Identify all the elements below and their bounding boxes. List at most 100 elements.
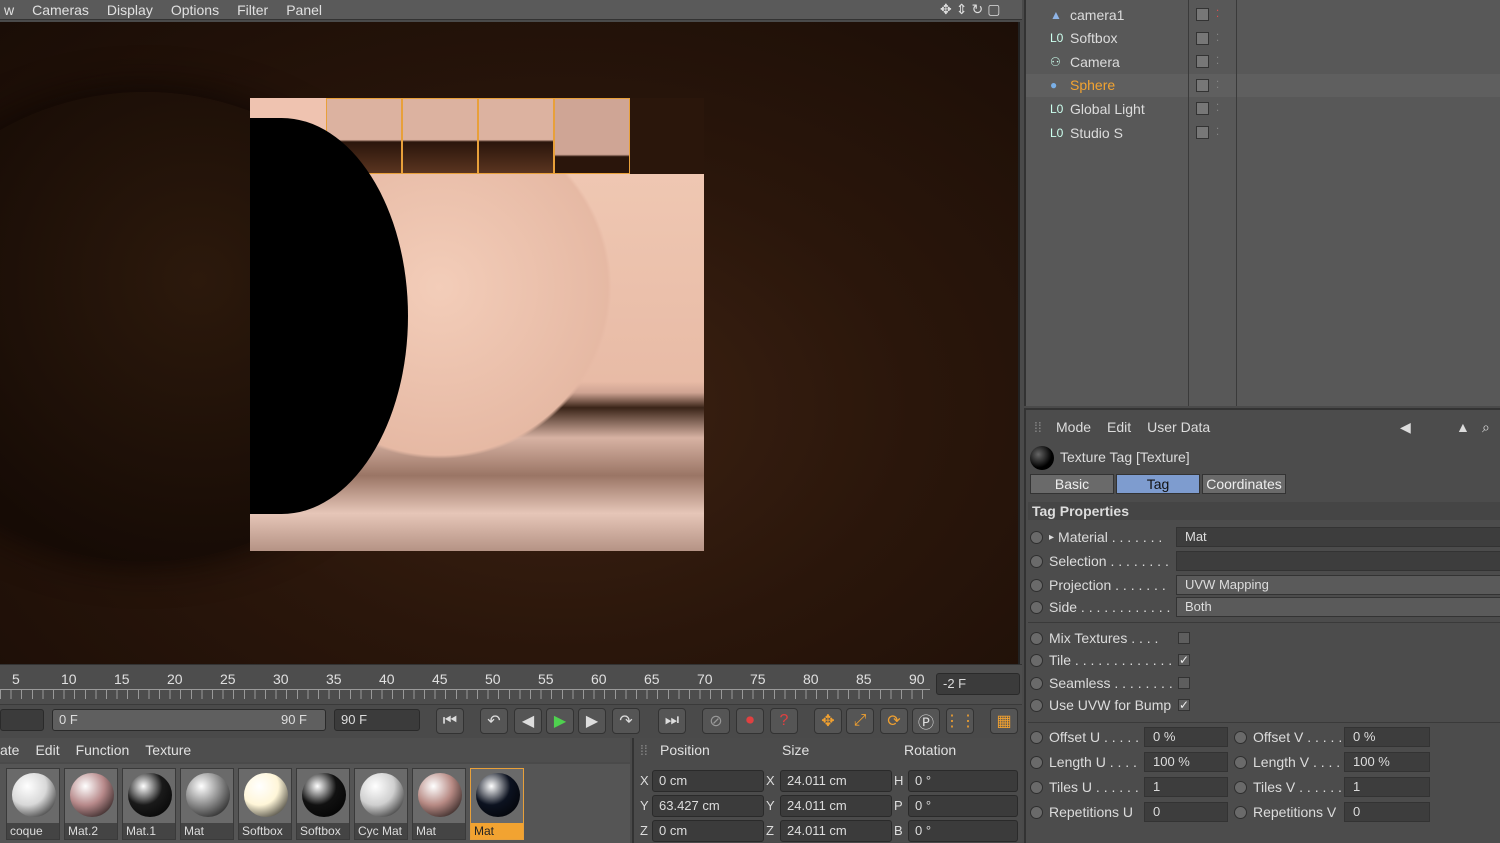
menu-item-cameras[interactable]: Cameras — [32, 2, 89, 18]
animate-radio[interactable] — [1030, 755, 1043, 769]
animate-radio[interactable] — [1030, 805, 1043, 819]
maximize-view-icon[interactable]: ▢ — [987, 1, 1000, 18]
timeline[interactable]: 5 10 15 20 25 30 35 40 45 50 55 60 65 70… — [0, 664, 1022, 704]
object-name[interactable]: Studio S — [1070, 125, 1123, 141]
position-field[interactable]: 63.427 cm — [652, 795, 764, 817]
menu-item-function[interactable]: Function — [76, 742, 130, 758]
visibility-dots-icon[interactable]: ⁚ — [1216, 103, 1219, 114]
visibility-dots-icon[interactable]: ⁚ — [1216, 9, 1219, 20]
seamless-checkbox[interactable] — [1178, 677, 1190, 689]
offset-u-field[interactable]: 0 % — [1144, 727, 1228, 747]
offset-v-field[interactable]: 0 % — [1344, 727, 1430, 747]
side-dropdown[interactable]: Both — [1176, 597, 1500, 617]
animate-radio[interactable] — [1030, 631, 1043, 645]
scale-key-icon[interactable]: ⤢ — [846, 708, 874, 734]
animate-radio[interactable] — [1234, 730, 1247, 744]
animate-radio[interactable] — [1234, 805, 1247, 819]
mix-textures-checkbox[interactable] — [1178, 632, 1190, 644]
material-swatch[interactable]: Cyc Mat — [354, 768, 408, 840]
menu-item-edit[interactable]: Edit — [1107, 419, 1131, 435]
autokey-help-icon[interactable]: ? — [770, 708, 798, 734]
record-disabled-icon[interactable]: ⊘ — [702, 708, 730, 734]
visibility-dots-icon[interactable]: ⁚ — [1216, 80, 1219, 91]
menu-item-mode[interactable]: Mode — [1056, 419, 1091, 435]
uvw-bump-checkbox[interactable]: ✓ — [1178, 699, 1190, 711]
repetitions-u-field[interactable]: 0 — [1144, 802, 1228, 822]
object-name[interactable]: Softbox — [1070, 30, 1117, 46]
rotation-field[interactable]: 0 ° — [908, 820, 1018, 842]
menu-item-view[interactable]: w — [4, 2, 14, 18]
object-name[interactable]: Camera — [1070, 54, 1120, 70]
layer-toggle-icon[interactable] — [1196, 8, 1209, 21]
back-arrow-icon[interactable]: ◀ — [1400, 419, 1411, 436]
layer-toggle-icon[interactable] — [1196, 102, 1209, 116]
rotation-field[interactable]: 0 ° — [908, 770, 1018, 792]
preview-range-slider[interactable]: 0 F 90 F — [52, 709, 326, 731]
length-u-field[interactable]: 100 % — [1144, 752, 1228, 772]
film-strip-icon[interactable]: ▦ — [990, 708, 1018, 734]
prev-key-button[interactable]: ↶ — [480, 708, 508, 734]
timeline-ruler[interactable] — [0, 689, 930, 699]
tiles-v-field[interactable]: 1 — [1344, 777, 1430, 797]
move-key-icon[interactable]: ✥ — [814, 708, 842, 734]
object-row[interactable]: L0 Global Light ⁚ — [1026, 97, 1500, 120]
material-swatch[interactable]: Mat.1 — [122, 768, 176, 840]
start-frame-field[interactable] — [0, 709, 44, 731]
layer-toggle-icon[interactable] — [1196, 126, 1209, 139]
tiles-u-field[interactable]: 1 — [1144, 777, 1228, 797]
material-swatch[interactable]: Mat — [180, 768, 234, 840]
material-swatch[interactable]: coque — [6, 768, 60, 840]
animate-radio[interactable] — [1030, 653, 1043, 667]
tab-tag[interactable]: Tag — [1116, 474, 1200, 494]
animate-radio[interactable] — [1030, 600, 1043, 614]
param-key-icon[interactable]: Ⓟ — [912, 708, 940, 734]
position-field[interactable]: 0 cm — [652, 770, 764, 792]
end-frame-field[interactable]: 90 F — [334, 709, 420, 731]
visibility-dots-icon[interactable]: ⁚ — [1216, 33, 1219, 44]
selection-field[interactable] — [1176, 551, 1500, 571]
menu-item-panel[interactable]: Panel — [286, 2, 322, 18]
material-field[interactable]: Mat — [1176, 527, 1500, 547]
go-to-start-button[interactable]: ⏮ — [436, 708, 464, 734]
length-v-field[interactable]: 100 % — [1344, 752, 1430, 772]
projection-dropdown[interactable]: UVW Mapping — [1176, 575, 1500, 595]
go-to-end-button[interactable]: ⏭ — [658, 708, 686, 734]
next-key-button[interactable]: ↷ — [612, 708, 640, 734]
animate-radio[interactable] — [1030, 554, 1043, 568]
menu-item-options[interactable]: Options — [171, 2, 219, 18]
rotate-key-icon[interactable]: ⟳ — [880, 708, 908, 734]
position-field[interactable]: 0 cm — [652, 820, 764, 842]
up-arrow-icon[interactable]: ▲ — [1456, 419, 1470, 435]
play-button[interactable]: ▶ — [546, 708, 574, 734]
menu-item-texture[interactable]: Texture — [145, 742, 191, 758]
object-name[interactable]: Sphere — [1070, 77, 1115, 93]
material-swatch[interactable]: Softbox — [238, 768, 292, 840]
material-swatch[interactable]: Mat.2 — [64, 768, 118, 840]
dolly-view-icon[interactable]: ⇕ — [956, 1, 968, 18]
material-swatch[interactable]: Softbox — [296, 768, 350, 840]
object-name[interactable]: Global Light — [1070, 101, 1145, 117]
search-icon[interactable]: ⌕ — [1482, 419, 1490, 436]
visibility-dots-icon[interactable]: ⁚ — [1216, 127, 1219, 138]
tab-basic[interactable]: Basic — [1030, 474, 1114, 494]
size-field[interactable]: 24.011 cm — [780, 795, 892, 817]
menu-item-create[interactable]: ate — [0, 742, 19, 758]
material-swatch[interactable]: Mat — [412, 768, 466, 840]
next-frame-button[interactable]: ▶ — [578, 708, 606, 734]
object-row[interactable]: L0 Studio S ⁚ — [1026, 121, 1500, 144]
material-swatch[interactable]: Mat — [470, 768, 524, 840]
animate-radio[interactable] — [1030, 578, 1043, 592]
animate-radio[interactable] — [1030, 698, 1043, 712]
point-level-icon[interactable]: ⋮⋮ — [944, 708, 976, 734]
object-row[interactable]: ● Sphere ⁚ — [1026, 73, 1500, 97]
size-field[interactable]: 24.011 cm — [780, 820, 892, 842]
tab-coordinates[interactable]: Coordinates — [1202, 474, 1286, 494]
visibility-dots-icon[interactable]: ⁚ — [1216, 56, 1219, 67]
current-frame-field[interactable]: -2 F — [936, 673, 1020, 695]
prev-frame-button[interactable]: ◀ — [514, 708, 542, 734]
3d-viewport[interactable] — [0, 22, 1020, 664]
animate-radio[interactable] — [1030, 730, 1043, 744]
object-row[interactable]: L0 Softbox ⁚ — [1026, 27, 1500, 50]
rotate-view-icon[interactable]: ↻ — [971, 1, 983, 18]
layer-toggle-icon[interactable] — [1196, 55, 1209, 69]
